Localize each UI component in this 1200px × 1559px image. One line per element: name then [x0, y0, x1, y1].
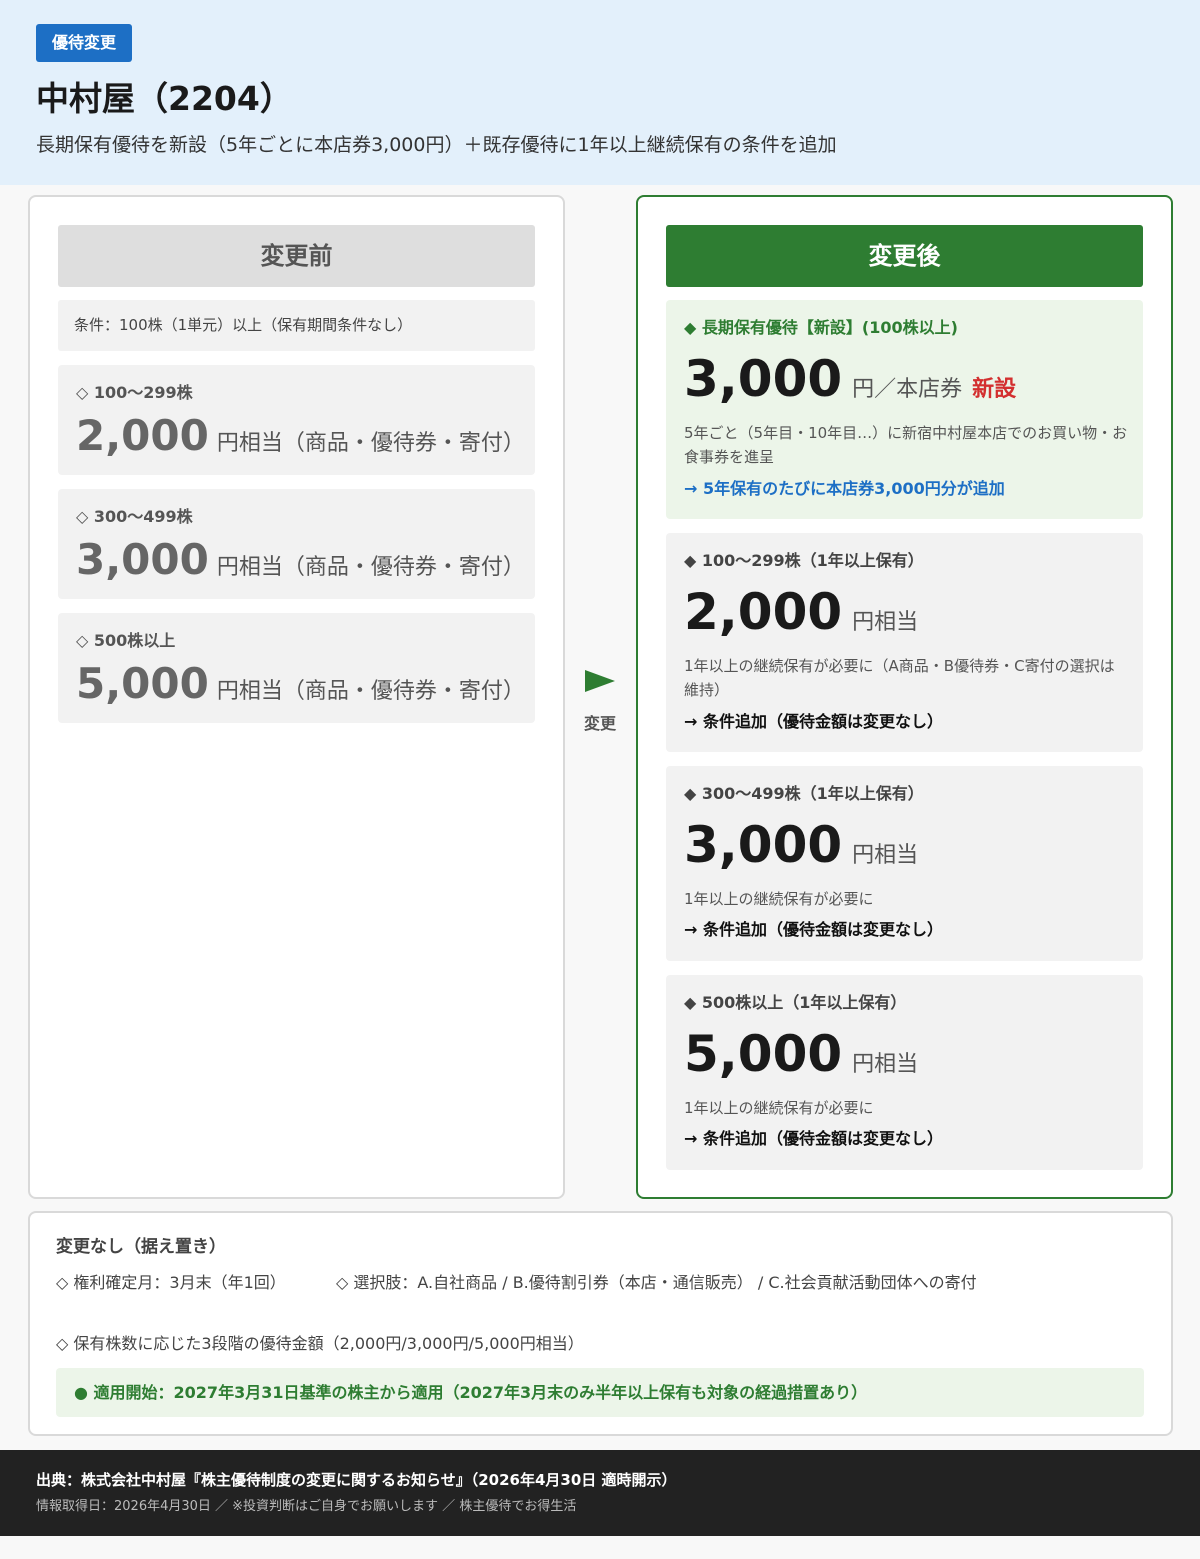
- page-title: 中村屋（2204）: [36, 79, 293, 118]
- tier-unit: 円相当（商品・優待券・寄付）: [216, 431, 525, 456]
- footer-info: 情報取得日：2026年4月30日 ／ ※投資判断はご自身でお願いします ／ 株主…: [36, 1499, 577, 1514]
- tier-unit: 円相当（商品・優待券・寄付）: [216, 555, 525, 580]
- after-tier-500: ◆ 500株以上（1年以上保有） 5,000 円相当 1年以上の継続保有が必要に …: [666, 975, 1143, 1170]
- apply-start-notice: ● 適用開始：2027年3月31日基準の株主から適用（2027年3月末のみ半年以…: [56, 1368, 1144, 1417]
- tier-note: → 条件追加（優待金額は変更なし）: [684, 920, 943, 939]
- tier-label: ◆ 500株以上（1年以上保有）: [684, 993, 907, 1012]
- change-badge: 優待変更: [36, 24, 133, 62]
- tier-amount: 5,000: [684, 1025, 843, 1083]
- tier-description: 1年以上の継続保有が必要に: [684, 890, 874, 908]
- tier-amount: 3,000: [76, 535, 209, 584]
- tier-amount: 2,000: [684, 583, 843, 641]
- tier-amount-row: 5,000 円相当: [684, 1025, 918, 1083]
- tier-amount: 3,000: [684, 816, 843, 874]
- after-new-tier: ◆ 長期保有優待【新設】(100株以上) 3,000 円／本店券 新設 5年ごと（5…: [666, 300, 1143, 519]
- before-panel: 変更前 条件：100株（1単元）以上（保有期間条件なし） ◇ 100〜299株 …: [28, 195, 565, 1199]
- tier-description: 5年ごと（5年目・10年目…）に新宿中村屋本店でのお買い物・お食事券を進呈: [684, 424, 1128, 466]
- page-footer: 出典：株式会社中村屋『株主優待制度の変更に関するお知らせ』（2026年4月30日…: [0, 1450, 1200, 1536]
- arrow-right-icon: [585, 670, 615, 692]
- tier-amount-row: 3,000 円／本店券 新設: [684, 350, 1016, 408]
- tier-label: ◆ 100〜299株（1年以上保有）: [684, 551, 924, 570]
- unchanged-item-tiers: ◇ 保有株数に応じた3段階の優待金額（2,000円/3,000円/5,000円相…: [56, 1334, 584, 1353]
- page-header: 優待変更 中村屋（2204） 長期保有優待を新設（5年ごとに本店券3,000円）…: [0, 0, 1200, 185]
- tier-amount-row: 2,000 円相当（商品・優待券・寄付）: [76, 411, 525, 461]
- before-heading: 変更前: [58, 225, 535, 287]
- before-tier-500: ◇ 500株以上 5,000 円相当（商品・優待券・寄付）: [58, 613, 535, 723]
- tier-amount: 3,000: [684, 350, 843, 408]
- tier-unit: 円相当: [852, 610, 919, 635]
- tier-label: ◇ 300〜499株: [76, 507, 193, 526]
- tier-label: ◇ 100〜299株: [76, 383, 193, 402]
- before-tier-100: ◇ 100〜299株 2,000 円相当（商品・優待券・寄付）: [58, 365, 535, 475]
- tier-note: → 条件追加（優待金額は変更なし）: [684, 712, 943, 731]
- tier-amount-row: 2,000 円相当: [684, 583, 918, 641]
- page-subtitle: 長期保有優待を新設（5年ごとに本店券3,000円）＋既存優待に1年以上継続保有の…: [36, 134, 837, 156]
- arrow-label: 変更: [583, 714, 616, 733]
- after-tier-300: ◆ 300〜499株（1年以上保有） 3,000 円相当 1年以上の継続保有が必要…: [666, 766, 1143, 961]
- unchanged-section: 変更なし（据え置き） ◇ 権利確定月：3月末（年1回） ◇ 選択肢：A.自社商品…: [28, 1211, 1173, 1436]
- after-tier-100: ◆ 100〜299株（1年以上保有） 2,000 円相当 1年以上の継続保有が必要…: [666, 533, 1143, 752]
- tier-description: 1年以上の継続保有が必要に（A商品・B優待券・C寄付の選択は維持）: [684, 657, 1115, 699]
- tier-amount-row: 3,000 円相当（商品・優待券・寄付）: [76, 535, 525, 585]
- tier-description: 1年以上の継続保有が必要に: [684, 1099, 874, 1117]
- unchanged-item-options: ◇ 選択肢：A.自社商品 / B.優待割引券（本店・通信販売） / C.社会貢献…: [336, 1273, 977, 1292]
- tier-label: ◇ 500株以上: [76, 631, 176, 650]
- unchanged-item-record-month: ◇ 権利確定月：3月末（年1回）: [56, 1273, 286, 1292]
- tier-unit: 円相当（商品・優待券・寄付）: [216, 679, 525, 704]
- after-heading: 変更後: [666, 225, 1143, 287]
- tier-note: → 5年保有のたびに本店券3,000円分が追加: [684, 479, 1005, 498]
- after-panel: 変更後 ◆ 長期保有優待【新設】(100株以上) 3,000 円／本店券 新設 5年…: [636, 195, 1173, 1199]
- tier-note: → 条件追加（優待金額は変更なし）: [684, 1129, 943, 1148]
- tier-label: ◆ 長期保有優待【新設】(100株以上): [684, 318, 958, 337]
- before-condition: 条件：100株（1単元）以上（保有期間条件なし）: [58, 300, 535, 351]
- footer-source: 出典：株式会社中村屋『株主優待制度の変更に関するお知らせ』（2026年4月30日…: [36, 1471, 677, 1489]
- new-tag: 新設: [972, 377, 1017, 402]
- tier-unit: 円相当: [852, 1052, 919, 1077]
- tier-amount: 5,000: [76, 659, 209, 708]
- tier-unit: 円相当: [852, 843, 919, 868]
- tier-amount-row: 5,000 円相当（商品・優待券・寄付）: [76, 659, 525, 709]
- tier-unit: 円／本店券: [852, 377, 963, 402]
- tier-amount: 2,000: [76, 411, 209, 460]
- before-tier-300: ◇ 300〜499株 3,000 円相当（商品・優待券・寄付）: [58, 489, 535, 599]
- tier-amount-row: 3,000 円相当: [684, 816, 918, 874]
- tier-label: ◆ 300〜499株（1年以上保有）: [684, 784, 924, 803]
- unchanged-title: 変更なし（据え置き）: [56, 1237, 226, 1257]
